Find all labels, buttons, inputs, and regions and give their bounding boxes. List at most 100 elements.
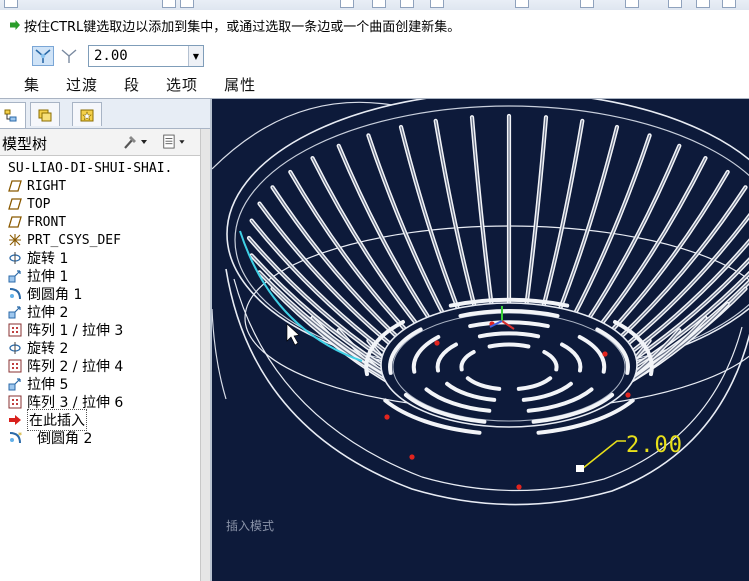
tree-item-label: 阵列 1 / 拉伸 3 xyxy=(27,323,124,339)
toolbar-icon[interactable] xyxy=(668,0,682,8)
model-tree: SU-LIAO-DI-SHUI-SHAI. RIGHT TOP FRONT PR… xyxy=(0,159,195,448)
datum-point xyxy=(516,484,522,490)
prompt-text: 按住CTRL键选取边以添加到集中，或通过选取一条边或一个曲面创建新集。 xyxy=(24,19,461,35)
tree-item-pattern-1[interactable]: 阵列 1 / 拉伸 3 xyxy=(0,321,195,339)
tree-show-button[interactable] xyxy=(162,133,188,151)
datum-point xyxy=(625,392,631,398)
csys-icon xyxy=(8,233,22,247)
tree-item-revolve-1[interactable]: 旋转 1 xyxy=(0,249,195,267)
constant-round-button[interactable] xyxy=(32,46,54,66)
wall-slot xyxy=(540,118,585,314)
tree-item-extrude-1[interactable]: 拉伸 1 xyxy=(0,267,195,285)
tree-item-revolve-2[interactable]: 旋转 2 xyxy=(0,339,195,357)
tree-item-right[interactable]: RIGHT xyxy=(0,177,195,195)
datum-point xyxy=(434,340,440,346)
tree-item-round-1[interactable]: 倒圆角 1 xyxy=(0,285,195,303)
tree-item-label: 阵列 2 / 拉伸 4 xyxy=(27,359,124,375)
toolbar-icon[interactable] xyxy=(180,0,194,8)
tab-options[interactable]: 选项 xyxy=(166,74,198,95)
insert-arrow-icon xyxy=(8,413,22,427)
toolbar-icon[interactable] xyxy=(162,0,176,8)
wall-slot xyxy=(570,133,652,320)
navigator-panel: 模型树 SU-LIAO-DI-SHUI-SHAI. RIGHT TOP FRON… xyxy=(0,99,211,581)
tree-item-part[interactable]: SU-LIAO-DI-SHUI-SHAI. xyxy=(0,159,195,177)
dashboard-controls: 2.00 ▼ xyxy=(32,45,204,67)
wall-slot xyxy=(366,133,448,320)
model-viewport[interactable] xyxy=(212,99,749,581)
toolbar-icon[interactable] xyxy=(625,0,639,8)
favorites-folder-icon xyxy=(80,109,94,121)
tree-item-label: 倒圆角 2 xyxy=(37,431,93,447)
graphics-window[interactable]: 插入模式 2.00 xyxy=(210,99,749,581)
tab-transitions[interactable]: 过渡 xyxy=(66,74,98,95)
extrude-icon xyxy=(8,269,22,283)
datum-point xyxy=(384,414,390,420)
tab-properties[interactable]: 属性 xyxy=(224,74,256,95)
tree-item-label: 拉伸 5 xyxy=(27,377,69,393)
toolbar-icon[interactable] xyxy=(696,0,710,8)
toolbar-icon[interactable] xyxy=(400,0,414,8)
tree-item-label: PRT_CSYS_DEF xyxy=(27,232,121,248)
message-prompt: 按住CTRL键选取边以添加到集中，或通过选取一条边或一个曲面创建新集。 xyxy=(0,16,461,35)
svg-text:*: * xyxy=(18,431,22,440)
tree-settings-button[interactable] xyxy=(122,133,148,151)
base-slot xyxy=(487,342,531,349)
tree-item-insert-here[interactable]: 在此插入 xyxy=(0,409,195,431)
toolbar-icon[interactable] xyxy=(340,0,354,8)
chevron-down-icon[interactable]: ▼ xyxy=(188,46,203,66)
toolbar-icon[interactable] xyxy=(430,0,444,8)
tab-favorites[interactable] xyxy=(72,102,102,126)
full-round-button[interactable] xyxy=(58,46,80,66)
round-radius-dimension[interactable]: 2.00 xyxy=(626,433,683,458)
tree-item-label: 拉伸 2 xyxy=(27,305,69,321)
folder-browser-icon xyxy=(38,109,52,121)
toolbar-icon[interactable] xyxy=(4,0,18,8)
tab-folder-browser[interactable] xyxy=(30,102,60,126)
pattern-icon xyxy=(8,323,22,337)
tree-item-label: RIGHT xyxy=(27,178,67,194)
datum-point xyxy=(409,454,415,460)
tab-pieces[interactable]: 段 xyxy=(124,74,140,95)
prompt-arrow-icon xyxy=(10,20,20,30)
radius-value-text: 2.00 xyxy=(94,48,128,64)
extrude-icon xyxy=(8,377,22,391)
tree-item-top[interactable]: TOP xyxy=(0,195,195,213)
tree-item-label: SU-LIAO-DI-SHUI-SHAI. xyxy=(8,160,173,176)
tools-icon xyxy=(124,136,147,149)
tree-item-pattern-2[interactable]: 阵列 2 / 拉伸 4 xyxy=(0,357,195,375)
handle-edge xyxy=(212,308,227,400)
tree-item-front[interactable]: FRONT xyxy=(0,213,195,231)
round-icon xyxy=(8,287,22,301)
round-icon: * xyxy=(8,431,22,445)
extrude-icon xyxy=(8,305,22,319)
tree-item-label: FRONT xyxy=(27,214,67,230)
datum-plane-icon xyxy=(8,197,22,211)
pattern-icon xyxy=(8,359,22,373)
tree-icon xyxy=(4,109,17,121)
tree-item-extrude-2[interactable]: 拉伸 2 xyxy=(0,303,195,321)
toolbar-icon[interactable] xyxy=(372,0,386,8)
tab-sets[interactable]: 集 xyxy=(24,74,40,95)
full-round-icon xyxy=(61,49,77,63)
tree-item-label: 拉伸 1 xyxy=(27,269,69,285)
round-edge-icon xyxy=(35,49,51,63)
navigator-tabs xyxy=(0,99,210,129)
toolbar-icon[interactable] xyxy=(580,0,594,8)
drag-handle xyxy=(576,465,584,472)
tree-item-csys[interactable]: PRT_CSYS_DEF xyxy=(0,231,195,249)
tab-model-tree[interactable] xyxy=(0,102,26,128)
datum-plane-icon xyxy=(8,179,22,193)
pattern-icon xyxy=(8,395,22,409)
tree-item-label: 旋转 1 xyxy=(27,251,69,267)
dashboard-tabs: 集 过渡 段 选项 属性 xyxy=(24,74,282,95)
toolbar-icon[interactable] xyxy=(515,0,529,8)
tree-item-label: 倒圆角 1 xyxy=(27,287,83,303)
list-icon xyxy=(163,134,185,149)
tree-item-extrude-5[interactable]: 拉伸 5 xyxy=(0,375,195,393)
tree-item-label: TOP xyxy=(27,196,51,212)
revolve-icon xyxy=(8,341,22,355)
radius-value-combobox[interactable]: 2.00 ▼ xyxy=(88,45,204,67)
tree-item-round-2[interactable]: * 倒圆角 2 xyxy=(0,429,195,447)
datum-point xyxy=(602,351,608,357)
toolbar-icon[interactable] xyxy=(722,0,736,8)
